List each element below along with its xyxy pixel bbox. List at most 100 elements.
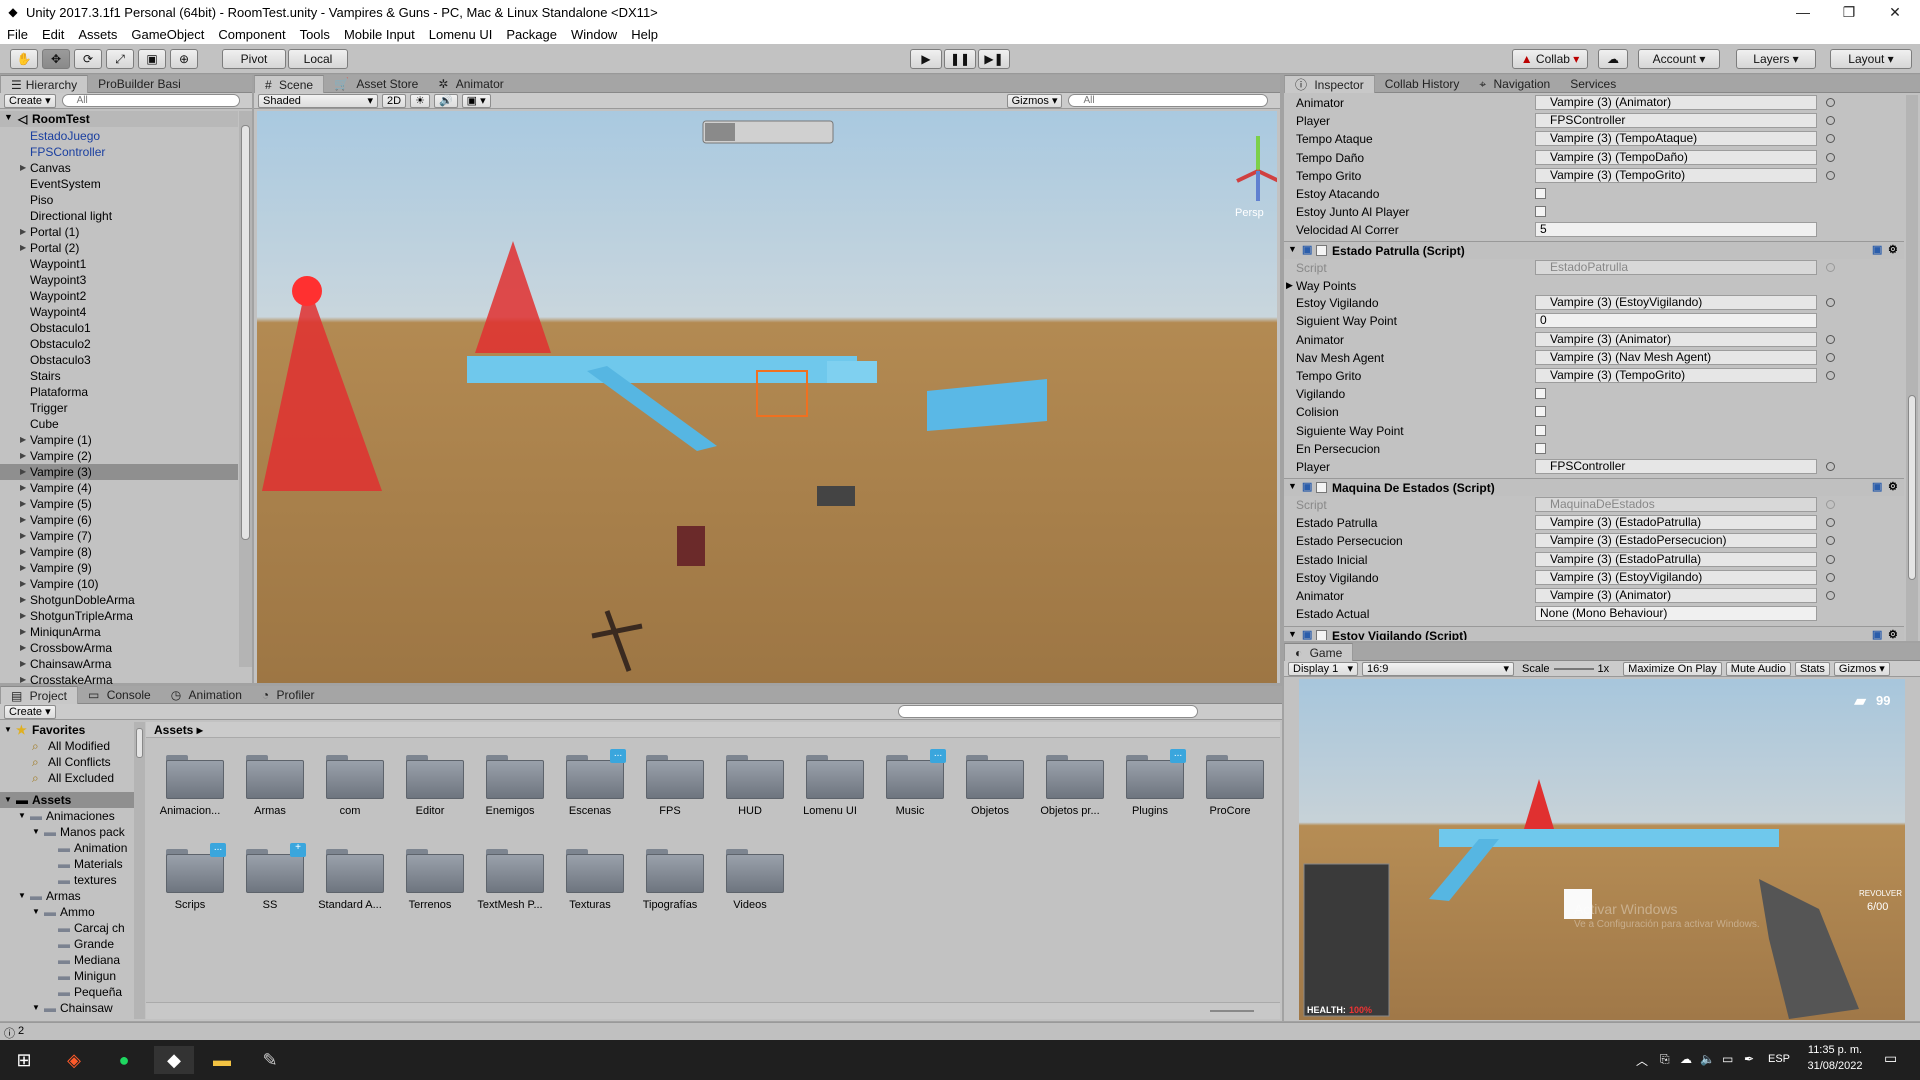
field-value[interactable]: 5 [1535, 222, 1817, 238]
foldout-arrow-icon[interactable]: ▶ [1286, 280, 1293, 291]
hierarchy-create-button[interactable]: Create ▾ [4, 93, 56, 108]
obstacle-wall[interactable] [927, 379, 1047, 431]
menu-mobile-input[interactable]: Mobile Input [337, 27, 422, 42]
object-picker-icon[interactable] [1826, 536, 1835, 546]
menu-help[interactable]: Help [624, 27, 665, 42]
object-picker-icon[interactable] [1826, 554, 1835, 564]
expand-arrow-icon[interactable]: ▶ [20, 432, 26, 448]
notification-icon[interactable]: ▭ [1884, 1050, 1897, 1067]
component-enable-checkbox[interactable] [1316, 244, 1327, 256]
field-value[interactable]: Vampire (3) (EstadoPatrulla) [1535, 551, 1817, 567]
clock-time[interactable]: 11:35 p. m. [1800, 1044, 1870, 1056]
object-picker-icon[interactable] [1826, 134, 1835, 144]
field-value[interactable]: Vampire (3) (TempoDaño) [1535, 149, 1817, 165]
field-checkbox[interactable] [1535, 442, 1546, 454]
project-create-button[interactable]: Create ▾ [4, 704, 56, 719]
cloud-icon[interactable]: ☁ [1598, 49, 1628, 69]
asset-folder[interactable]: HUD [710, 747, 790, 827]
project-tree-item[interactable]: ▬ Carcaj ch [0, 920, 134, 936]
hierarchy-item[interactable]: ▶ Vampire (10) [0, 576, 238, 592]
asset-folder[interactable]: Animacion... [150, 747, 230, 827]
hierarchy-item[interactable]: FPSController [0, 144, 238, 160]
hierarchy-item[interactable]: Waypoint4 [0, 304, 238, 320]
account-dropdown[interactable]: Account ▾ [1638, 49, 1720, 69]
prop-canister[interactable] [677, 526, 705, 566]
asset-folder[interactable]: Standard A... [310, 841, 390, 921]
tray-cloud-icon[interactable]: ☁ [1680, 1052, 1692, 1066]
project-tree-item[interactable]: ▬ textures [0, 872, 134, 888]
tab-project[interactable]: ▤ Project [0, 686, 79, 704]
layout-dropdown[interactable]: Layout ▾ [1830, 49, 1912, 69]
project-tree-item[interactable]: ▼ ▬ Manos pack [0, 824, 134, 840]
breadcrumb-assets[interactable]: Assets [154, 723, 193, 737]
asset-folder[interactable]: Terrenos [390, 841, 470, 921]
object-picker-icon[interactable] [1826, 334, 1835, 344]
menu-lomenu-ui[interactable]: Lomenu UI [422, 27, 500, 42]
play-button[interactable]: ▶ [910, 49, 942, 69]
field-checkbox[interactable] [1535, 406, 1546, 418]
audio-source-cone[interactable] [262, 281, 382, 491]
asset-folder[interactable]: Objetos [950, 747, 1030, 827]
asset-folder[interactable]: ProCore [1190, 747, 1270, 827]
hierarchy-item[interactable]: ▶ CrossbowArma [0, 640, 238, 656]
field-value[interactable]: FPSController [1535, 459, 1817, 474]
expand-arrow-icon[interactable]: ▶ [20, 528, 26, 544]
component-settings-icon[interactable]: ⚙ [1888, 628, 1898, 640]
foldout-arrow-icon[interactable]: ▼ [1288, 629, 1297, 639]
file-explorer-icon[interactable]: ▬ [202, 1046, 242, 1074]
object-picker-icon[interactable] [1826, 98, 1835, 107]
field-value[interactable]: Vampire (3) (EstoyVigilando) [1535, 569, 1817, 585]
hierarchy-item[interactable]: Obstaculo2 [0, 336, 238, 352]
expand-arrow-icon[interactable]: ▼ [18, 808, 26, 824]
project-tree-item[interactable]: ▼ ▬ Animaciones [0, 808, 134, 824]
field-value[interactable]: Vampire (3) (TempoAtaque) [1535, 131, 1817, 147]
menu-assets[interactable]: Assets [71, 27, 124, 42]
tab-asset-store[interactable]: 🛒 Asset Store [324, 75, 428, 93]
expand-arrow-icon[interactable]: ▶ [20, 512, 26, 528]
hierarchy-item[interactable]: Trigger [0, 400, 238, 416]
hierarchy-item[interactable]: ▶ MiniqunArma [0, 624, 238, 640]
hierarchy-search-input[interactable]: All [61, 94, 240, 107]
favorite-item[interactable]: ⌕ All Modified [0, 738, 134, 754]
scene-root-row[interactable]: ▼ ◁ RoomTest [0, 111, 238, 127]
field-value[interactable]: Vampire (3) (Animator) [1535, 331, 1817, 347]
tab-animator[interactable]: ✲ Animator [428, 75, 513, 93]
language-indicator[interactable]: ESP [1768, 1053, 1790, 1065]
field-checkbox[interactable] [1535, 188, 1546, 199]
expand-arrow-icon[interactable]: ▶ [20, 480, 26, 496]
expand-arrow-icon[interactable]: ▼ [32, 824, 40, 840]
hierarchy-item[interactable]: Stairs [0, 368, 238, 384]
waypoints-foldout[interactable]: ▶ Way Points [1284, 277, 1904, 295]
hierarchy-item[interactable]: ▶ ShotgunDobleArma [0, 592, 238, 608]
field-value[interactable]: Vampire (3) (EstoyVigilando) [1535, 295, 1817, 311]
menu-package[interactable]: Package [499, 27, 564, 42]
inspector-scroll-thumb[interactable] [1908, 395, 1916, 580]
field-value[interactable]: None (Mono Behaviour) [1535, 606, 1817, 622]
asset-folder[interactable]: ... Escenas [550, 747, 630, 827]
hierarchy-item[interactable]: ▶ Vampire (1) [0, 432, 238, 448]
display-dropdown[interactable]: Display 1 ▾ [1288, 661, 1358, 676]
expand-arrow-icon[interactable]: ▶ [20, 464, 26, 480]
object-picker-icon[interactable] [1826, 170, 1835, 180]
foldout-arrow-icon[interactable]: ▼ [1288, 244, 1297, 254]
menu-edit[interactable]: Edit [35, 27, 71, 42]
close-button[interactable]: ✕ [1872, 0, 1918, 24]
project-tree-item[interactable]: ▼ ▬ Ammo [0, 904, 134, 920]
hierarchy-item[interactable]: Obstaculo1 [0, 320, 238, 336]
tray-chevron-icon[interactable]: ︿ [1636, 1052, 1648, 1069]
hierarchy-item[interactable]: ▶ ChainsawArma [0, 656, 238, 672]
asset-folder[interactable]: + SS [230, 841, 310, 921]
hierarchy-item[interactable]: ▶ Portal (1) [0, 224, 238, 240]
project-tree-item[interactable]: ▼ ▬ Chainsaw [0, 1000, 134, 1016]
asset-folder[interactable]: ... Scrips [150, 841, 230, 921]
component-estado-patrulla[interactable]: ▼ ▣ Estado Patrulla (Script) ▣ ⚙ [1284, 240, 1904, 259]
hierarchy-item[interactable]: Directional light [0, 208, 238, 224]
layers-dropdown[interactable]: Layers ▾ [1736, 49, 1816, 69]
expand-arrow-icon[interactable]: ▶ [20, 656, 26, 672]
hierarchy-item[interactable]: Waypoint2 [0, 288, 238, 304]
help-icon[interactable]: ▣ [1872, 243, 1882, 256]
expand-arrow-icon[interactable]: ▶ [20, 592, 26, 608]
game-viewport[interactable]: 99 ▰ HEALTH: 100% REVOLVER 6/00 Activar … [1299, 679, 1905, 1020]
scene-tool-overlay[interactable] [702, 120, 834, 144]
expand-arrow-icon[interactable]: ▼ [32, 1000, 40, 1016]
